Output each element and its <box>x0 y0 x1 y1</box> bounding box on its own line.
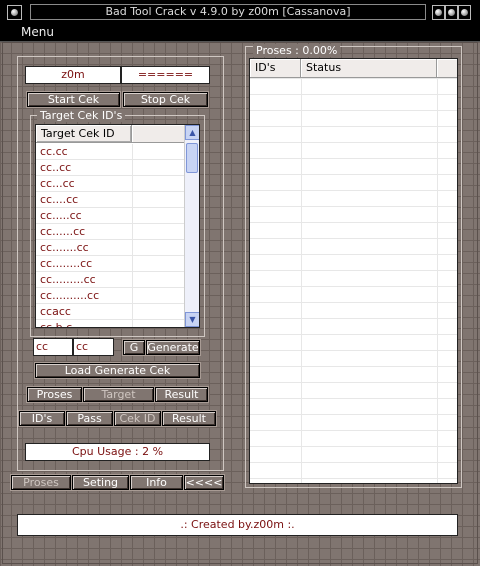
column-extra[interactable] <box>437 59 457 78</box>
grid-header: ID's Status <box>250 59 457 78</box>
user-field[interactable]: z0m <box>25 66 121 84</box>
list-item-label: cc.....cc <box>40 209 82 222</box>
bottom-tab-proses[interactable]: Proses <box>10 474 72 491</box>
list-item-label: cc..........cc <box>40 289 100 302</box>
bottom-tab-collapse[interactable]: <<<< <box>183 474 225 491</box>
list-item-label: cc......cc <box>40 225 86 238</box>
bottom-tab-seting[interactable]: Seting <box>71 474 130 491</box>
list-item[interactable]: cc.b.c <box>36 320 184 328</box>
column-target-cek-id[interactable]: Target Cek ID <box>36 125 132 143</box>
list-item-label: cc........cc <box>40 257 93 270</box>
column-status[interactable]: Status <box>301 59 437 78</box>
g-button[interactable]: G <box>122 339 146 356</box>
tab-cek-id[interactable]: Cek ID <box>113 410 162 427</box>
list-item[interactable]: cc.....cc <box>36 208 184 224</box>
proses-percent-label: Proses : 0.00% <box>253 44 341 57</box>
grid-column-divider <box>437 78 438 483</box>
list-item[interactable]: cc.......cc <box>36 240 184 256</box>
tab-pass[interactable]: Pass <box>65 410 114 427</box>
scroll-up-icon[interactable]: ▲ <box>185 125 199 140</box>
list-item[interactable]: cc..........cc <box>36 288 184 304</box>
menu-bar: Menu <box>0 24 480 42</box>
stop-cek-button[interactable]: Stop Cek <box>122 91 209 108</box>
results-grid[interactable]: ID's Status <box>249 58 458 484</box>
list-item-label: cc...cc <box>40 177 75 190</box>
list-item[interactable]: cc......cc <box>36 224 184 240</box>
generate-button[interactable]: Generate <box>145 339 201 356</box>
column-empty[interactable] <box>132 125 184 143</box>
scroll-down-icon[interactable]: ▼ <box>185 312 199 327</box>
list-item-label: cc.b.c <box>40 321 73 328</box>
grid-body <box>250 78 457 483</box>
list-item-label: ccacc <box>40 305 71 318</box>
maximize-button[interactable] <box>445 5 458 20</box>
close-button[interactable] <box>458 5 471 20</box>
credit-bar: .: Created by.z00m :. <box>17 514 458 536</box>
list-item[interactable]: cc...cc <box>36 176 184 192</box>
list-item-label: cc....cc <box>40 193 79 206</box>
vertical-scrollbar[interactable]: ▲ ▼ <box>184 125 199 327</box>
bottom-tab-info[interactable]: Info <box>129 474 184 491</box>
cpu-usage-display: Cpu Usage : 2 % <box>25 443 210 461</box>
start-cek-button[interactable]: Start Cek <box>26 91 121 108</box>
window-title: Bad Tool Crack v 4.9.0 by z00m [Cassanov… <box>30 4 426 20</box>
grid-column-divider <box>301 78 302 483</box>
list-item[interactable]: ccacc <box>36 304 184 320</box>
tab-proses[interactable]: Proses <box>26 386 83 403</box>
menu-item-menu[interactable]: Menu <box>21 25 54 39</box>
tab-result[interactable]: Result <box>154 386 209 403</box>
column-ids[interactable]: ID's <box>250 59 301 78</box>
list-item[interactable]: cc.cc <box>36 144 184 160</box>
title-bar: Bad Tool Crack v 4.9.0 by z00m [Cassanov… <box>0 0 480 24</box>
list-item-label: cc.......cc <box>40 241 89 254</box>
generate-field-2[interactable]: cc <box>73 338 114 356</box>
list-item-label: cc.........cc <box>40 273 96 286</box>
list-header: Target Cek ID <box>36 125 184 143</box>
list-item[interactable]: cc........cc <box>36 256 184 272</box>
list-item[interactable]: cc.........cc <box>36 272 184 288</box>
list-item[interactable]: cc....cc <box>36 192 184 208</box>
list-item-label: cc..cc <box>40 161 72 174</box>
tab-target[interactable]: Target <box>82 386 155 403</box>
password-field[interactable]: ====== <box>121 66 210 84</box>
main-area: z0m ====== Start Cek Stop Cek Target Cek… <box>0 42 480 566</box>
orb-icon[interactable] <box>7 5 22 20</box>
tab-ids[interactable]: ID's <box>18 410 66 427</box>
target-group-label: Target Cek ID's <box>37 109 126 122</box>
generate-field-1[interactable]: cc <box>33 338 73 356</box>
target-id-list[interactable]: Target Cek ID cc.cc cc..cc cc...cc cc....cc… <box>35 124 200 328</box>
list-item-label: cc.cc <box>40 145 68 158</box>
load-generate-cek-button[interactable]: Load Generate Cek <box>34 362 201 379</box>
list-rows: cc.cc cc..cc cc...cc cc....cc cc.....cc cc...… <box>36 144 184 328</box>
tab-result-2[interactable]: Result <box>161 410 217 427</box>
scroll-thumb[interactable] <box>186 143 198 173</box>
minimize-button[interactable] <box>432 5 445 20</box>
list-item[interactable]: cc..cc <box>36 160 184 176</box>
